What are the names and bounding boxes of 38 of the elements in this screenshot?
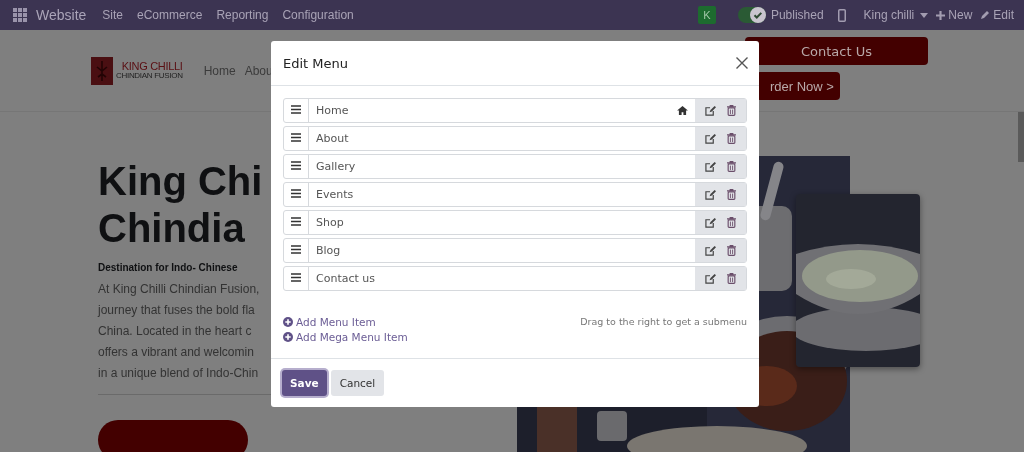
add-link[interactable]: Add Mega Menu Item: [283, 331, 408, 343]
menu-item[interactable]: Configuration: [282, 8, 354, 22]
contact-button[interactable]: Contact Us: [745, 37, 928, 65]
website-switcher[interactable]: King chilli: [859, 8, 933, 22]
hero-text-line: journey that fuses the bold fla: [98, 302, 255, 319]
new-button[interactable]: New: [932, 8, 977, 22]
plus-icon: [936, 10, 946, 20]
add-link[interactable]: Add Menu Item: [283, 316, 408, 328]
menu-item[interactable]: Site: [102, 8, 123, 22]
hero-title: King Chi: [98, 158, 263, 205]
pencil-icon: [980, 10, 991, 20]
check-knob-icon: [749, 7, 766, 23]
cancel-button[interactable]: Cancel: [330, 370, 385, 396]
order-button[interactable]: rder Now >: [756, 72, 840, 100]
menu-item[interactable]: eCommerce: [137, 8, 203, 22]
menu-item[interactable]: Reporting: [216, 8, 269, 22]
app-name[interactable]: Website: [36, 7, 87, 23]
hero-text-line: China. Located in the heart c: [98, 323, 252, 340]
logo-title: KING CHILLI: [121, 61, 183, 72]
avatar[interactable]: K: [697, 6, 716, 24]
plus-circle-icon: [283, 317, 293, 327]
hero-text-line: in a unique blend of Indo-Chin: [98, 365, 259, 382]
save-button[interactable]: Save: [282, 370, 327, 396]
close-icon[interactable]: [736, 57, 748, 69]
apps-grid-icon[interactable]: [13, 8, 27, 22]
mobile-preview-icon[interactable]: [837, 8, 846, 22]
plus-circle-icon: [283, 332, 293, 342]
hero-text-line: offers a vibrant and welcomin: [98, 344, 254, 361]
hero-subtitle: Destination for Indo- Chinese: [98, 262, 238, 273]
logo-subtitle: CHINDIAN FUSION: [116, 72, 183, 80]
dialog-title: Edit Menu: [283, 55, 348, 71]
hero-text-line: At King Chilli Chindian Fusion,: [98, 281, 260, 298]
logo-icon: [91, 56, 113, 85]
published-toggle[interactable]: Published: [737, 7, 824, 23]
hero-title: Chindia: [98, 205, 245, 252]
edit-button[interactable]: Edit: [976, 8, 1018, 22]
hero-button[interactable]: [98, 420, 248, 452]
caret-icon: [920, 12, 929, 18]
